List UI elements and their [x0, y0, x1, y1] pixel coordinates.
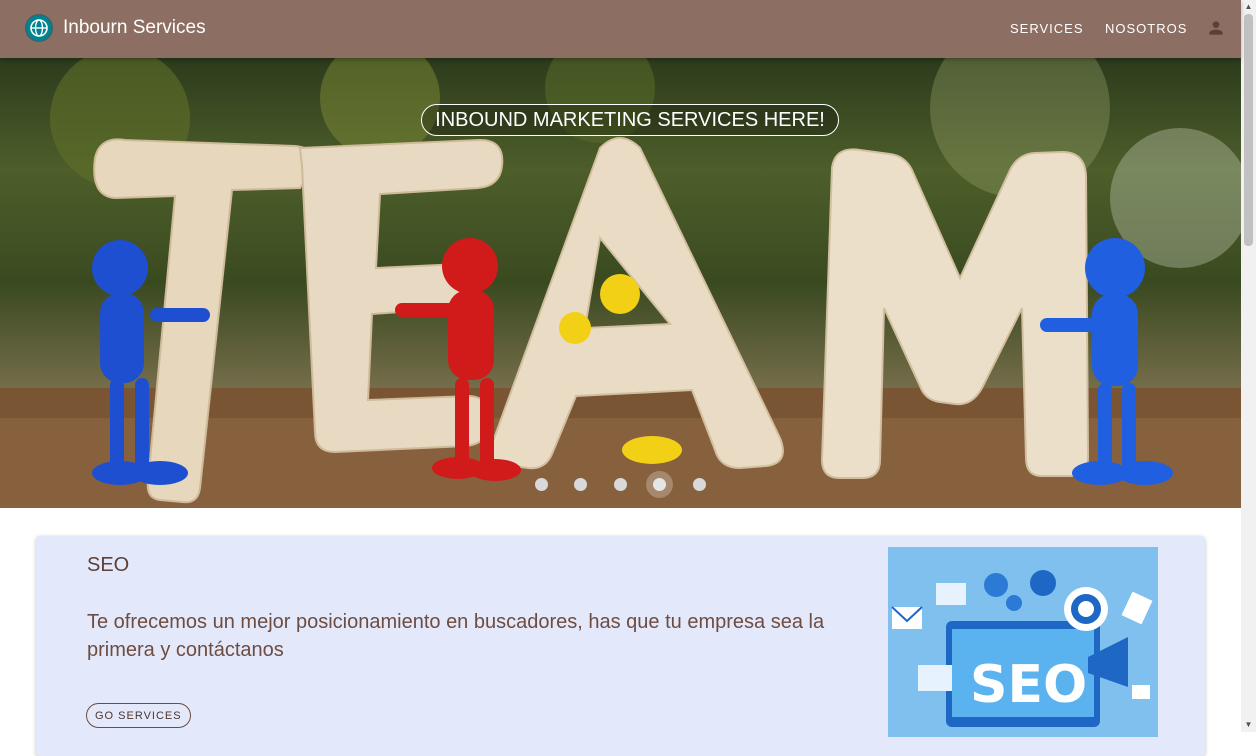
carousel-dot-2[interactable]: [574, 478, 587, 491]
carousel-dot-3[interactable]: [614, 478, 627, 491]
carousel-dot-5[interactable]: [693, 478, 706, 491]
nav-nosotros-button[interactable]: NOSOTROS: [1105, 21, 1187, 36]
seo-image-text: SEO: [970, 655, 1087, 715]
page-scrollbar[interactable]: ▲ ▼: [1241, 0, 1256, 732]
carousel-dot-1[interactable]: [535, 478, 548, 491]
scroll-down-arrow-icon[interactable]: ▼: [1241, 718, 1256, 732]
card-description: Te ofrecemos un mejor posicionamiento en…: [87, 611, 825, 661]
app-bar: Inbourn Services SERVICES NOSOTROS: [0, 0, 1241, 58]
hero-title: INBOUND MARKETING SERVICES HERE!: [421, 104, 839, 136]
globe-icon[interactable]: [25, 14, 53, 42]
person-icon[interactable]: [1206, 18, 1226, 38]
card-title: SEO: [87, 554, 130, 576]
hero-carousel[interactable]: INBOUND MARKETING SERVICES HERE!: [0, 58, 1241, 508]
seo-card: SEO Te ofrecemos un mejor posicionamient…: [36, 536, 1205, 756]
seo-illustration: SEO: [888, 547, 1158, 737]
go-services-button[interactable]: GO SERVICES: [86, 703, 191, 728]
seo-image-svg: SEO: [888, 547, 1158, 737]
carousel-dot-4[interactable]: [653, 478, 666, 491]
nav-services-button[interactable]: SERVICES: [1010, 21, 1084, 36]
scroll-up-arrow-icon[interactable]: ▲: [1241, 0, 1256, 14]
scroll-thumb[interactable]: [1244, 14, 1253, 246]
app-title[interactable]: Inbourn Services: [63, 17, 206, 39]
